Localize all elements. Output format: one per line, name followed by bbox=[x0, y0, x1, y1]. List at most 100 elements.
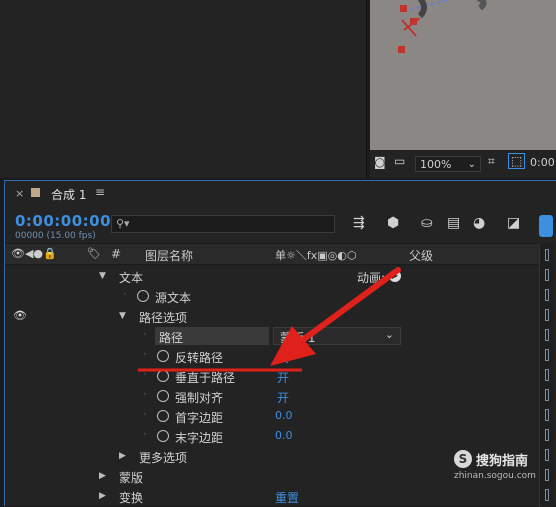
force-align-row[interactable]: · 强制对齐 开 bbox=[5, 387, 539, 407]
layer-bar bbox=[545, 329, 549, 341]
timeline-tab-title[interactable]: 合成 1 bbox=[51, 186, 86, 203]
path-preview bbox=[401, 0, 487, 37]
row-dot: · bbox=[143, 327, 147, 341]
path-options-label: 路径选项 bbox=[139, 311, 188, 325]
stopwatch-icon[interactable] bbox=[157, 430, 169, 442]
transform-row[interactable]: ▶ 变换 重置 bbox=[5, 487, 539, 507]
column-parent[interactable]: 父级 bbox=[409, 247, 433, 264]
layer-bar bbox=[545, 249, 549, 261]
chevron-down-icon: ⌄ bbox=[384, 328, 394, 341]
watermark: S 搜狗指南 zhinan.sogou.com bbox=[454, 448, 554, 484]
stopwatch-icon[interactable] bbox=[157, 410, 169, 422]
first-margin-label: 首字边距 bbox=[175, 411, 224, 425]
text-group-row[interactable]: ▼ 文本 动画: ▶ bbox=[5, 267, 539, 287]
first-margin-value[interactable]: 0.0 bbox=[275, 409, 293, 422]
reverse-path-row[interactable]: · 反转路径 关 bbox=[5, 347, 539, 367]
stopwatch-icon[interactable] bbox=[137, 290, 149, 302]
zoom-value: 100% bbox=[420, 158, 452, 171]
composition-flowchart-icon[interactable]: ⇶ bbox=[353, 215, 365, 231]
layer-bar bbox=[545, 369, 549, 381]
last-margin-label: 末字边距 bbox=[175, 431, 224, 445]
stopwatch-icon[interactable] bbox=[157, 350, 169, 362]
text-group-label: 文本 bbox=[119, 271, 144, 285]
monitor-icon[interactable]: ▭ bbox=[394, 154, 405, 168]
row-dot: · bbox=[143, 367, 147, 381]
mask-vertex-handle[interactable] bbox=[400, 5, 407, 12]
column-switches: 单☼＼fx▣◎◐⬡ bbox=[275, 249, 357, 262]
path-options-row[interactable]: 👁 ▼ 路径选项 bbox=[5, 307, 539, 327]
watermark-url: zhinan.sogou.com bbox=[454, 471, 536, 481]
composition-swatch bbox=[31, 188, 40, 197]
source-text-row[interactable]: · 源文本 bbox=[5, 287, 539, 307]
eye-icon[interactable]: 👁 bbox=[13, 309, 27, 322]
transparency-grid-icon[interactable]: ⬚ bbox=[508, 153, 526, 169]
graph-editor-icon[interactable]: ◪ bbox=[507, 215, 520, 231]
shy-layers-icon[interactable]: ⛀ bbox=[421, 215, 433, 231]
last-margin-row[interactable]: · 末字边距 0.0 bbox=[5, 427, 539, 447]
search-icon: ⚲▾ bbox=[116, 217, 130, 230]
mask-vertex-handle[interactable] bbox=[398, 46, 405, 53]
expand-triangle-icon[interactable]: ▼ bbox=[119, 311, 126, 321]
collapse-triangle-icon[interactable]: ▶ bbox=[119, 451, 126, 461]
snapshot-icon[interactable]: ◙ bbox=[374, 155, 386, 169]
zoom-select[interactable]: 100% ⌄ bbox=[415, 156, 481, 172]
av-switches-icon[interactable]: 👁◀●🔒 bbox=[11, 247, 57, 260]
reverse-path-label: 反转路径 bbox=[175, 351, 224, 365]
frame-blending-icon[interactable]: ▤ bbox=[447, 215, 460, 231]
panel-menu-icon[interactable]: ≡ bbox=[95, 185, 105, 199]
force-align-value[interactable]: 开 bbox=[277, 389, 289, 406]
motion-blur-icon[interactable]: ◕ bbox=[473, 215, 485, 231]
row-dot: · bbox=[143, 427, 147, 441]
draft-3d-icon[interactable]: ⬢ bbox=[387, 215, 399, 231]
path-mask-select[interactable]: 蒙版 1 ⌄ bbox=[273, 327, 401, 345]
masks-label: 蒙版 bbox=[119, 471, 144, 485]
perpendicular-value[interactable]: 开 bbox=[277, 369, 289, 386]
animate-menu[interactable]: 动画: bbox=[357, 269, 385, 286]
layer-bar bbox=[545, 429, 549, 441]
last-margin-value[interactable]: 0.0 bbox=[275, 429, 293, 442]
stopwatch-icon[interactable] bbox=[157, 390, 169, 402]
timeline-time-row: 0:00:00:00 00000 (15.00 fps) ⚲▾ ⇶ ⬢ ⛀ ▤ … bbox=[5, 207, 553, 241]
column-layer-name[interactable]: 图层名称 bbox=[145, 247, 193, 264]
force-align-label: 强制对齐 bbox=[175, 391, 224, 405]
layer-bar bbox=[545, 409, 549, 421]
mask-vertex-handle[interactable] bbox=[410, 18, 417, 25]
work-area-start-marker[interactable] bbox=[539, 215, 553, 237]
viewer-toolbar: ◙ ▭ 100% ⌄ ⌗ ⬚ 0:00 bbox=[370, 150, 556, 178]
composition-canvas[interactable] bbox=[370, 0, 556, 150]
viewer-time-readout[interactable]: 0:00 bbox=[530, 156, 555, 169]
more-options-label: 更多选项 bbox=[139, 451, 188, 465]
expand-triangle-icon[interactable]: ▼ bbox=[99, 271, 106, 281]
layer-bar bbox=[545, 309, 549, 321]
label-tag-icon[interactable]: 🏷 bbox=[87, 247, 101, 260]
composition-viewer[interactable]: ◙ ▭ 100% ⌄ ⌗ ⬚ 0:00 bbox=[370, 0, 556, 178]
layer-columns-header: 👁◀●🔒 🏷 # 图层名称 单☼＼fx▣◎◐⬡ 父级 bbox=[5, 243, 539, 265]
transform-label: 变换 bbox=[119, 491, 144, 505]
layer-bar bbox=[545, 489, 549, 501]
region-of-interest-icon[interactable]: ⌗ bbox=[488, 154, 495, 169]
chevron-down-icon: ⌄ bbox=[467, 159, 476, 170]
close-tab-icon[interactable]: × bbox=[15, 187, 24, 200]
stopwatch-icon[interactable] bbox=[157, 370, 169, 382]
first-margin-row[interactable]: · 首字边距 0.0 bbox=[5, 407, 539, 427]
animate-play-icon[interactable]: ▶ bbox=[389, 270, 401, 282]
layer-search-input[interactable]: ⚲▾ bbox=[111, 215, 335, 233]
sogou-logo-icon: S bbox=[454, 450, 472, 468]
collapse-triangle-icon[interactable]: ▶ bbox=[99, 491, 106, 501]
collapse-triangle-icon[interactable]: ▶ bbox=[99, 471, 106, 481]
source-text-label: 源文本 bbox=[155, 291, 192, 305]
transform-reset-link[interactable]: 重置 bbox=[275, 489, 299, 506]
perpendicular-row[interactable]: · 垂直于路径 开 bbox=[5, 367, 539, 387]
reverse-path-value[interactable]: 关 bbox=[277, 349, 289, 366]
layer-bar bbox=[545, 289, 549, 301]
project-panel bbox=[0, 0, 367, 178]
path-label: 路径 bbox=[159, 331, 184, 345]
row-dot: · bbox=[143, 407, 147, 421]
frame-rate-label: 00000 (15.00 fps) bbox=[15, 231, 96, 241]
current-time-display[interactable]: 0:00:00:00 bbox=[15, 212, 111, 230]
layer-bar bbox=[545, 389, 549, 401]
path-row[interactable]: · 路径 蒙版 1 ⌄ bbox=[5, 327, 539, 347]
row-dot: · bbox=[143, 347, 147, 361]
row-dot: · bbox=[123, 287, 127, 301]
layer-bar bbox=[545, 269, 549, 281]
